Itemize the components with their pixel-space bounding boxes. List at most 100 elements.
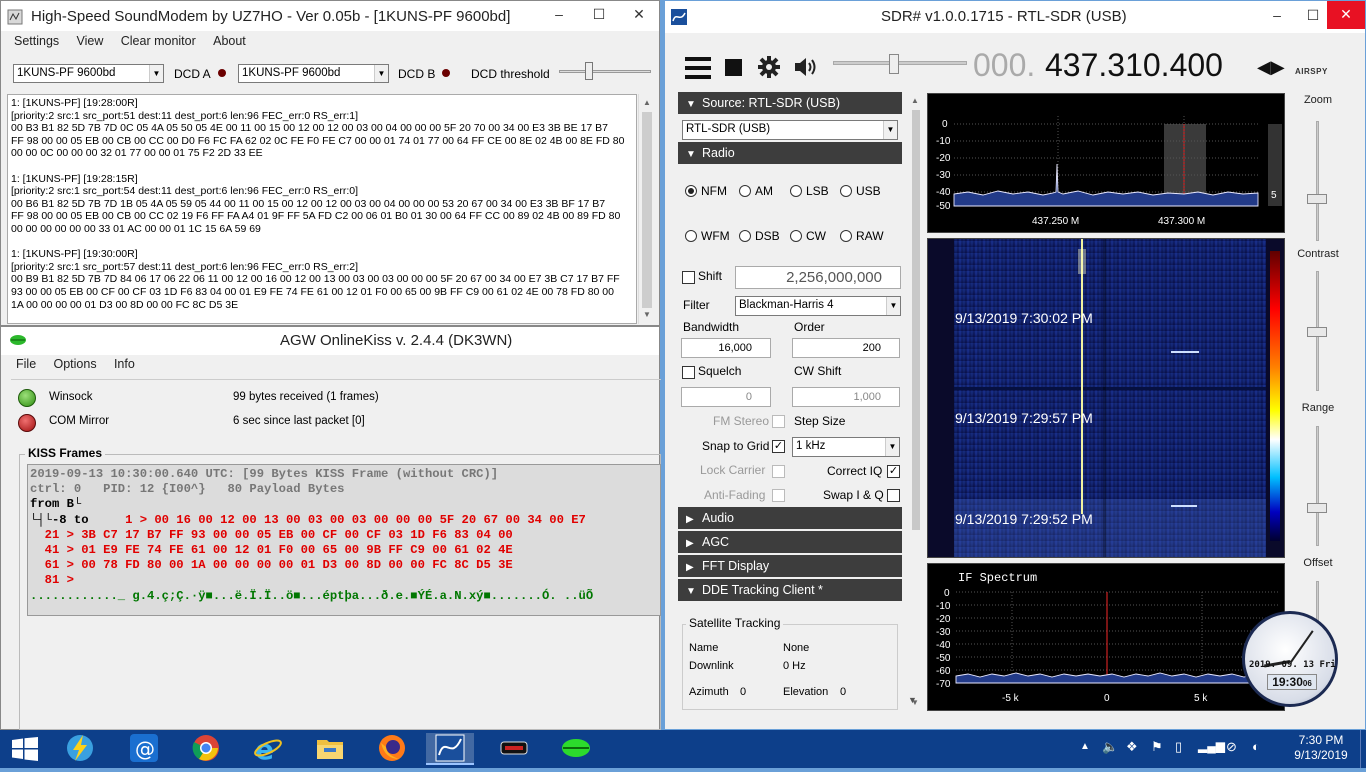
monitor-scrollbar[interactable]: ▲ ▼ — [638, 94, 655, 324]
shift-checkbox[interactable] — [682, 271, 695, 284]
radio-panel-header[interactable]: ▼ Radio — [678, 142, 902, 164]
radio-button[interactable] — [790, 230, 802, 242]
tune-arrows-icon[interactable]: ◀▶ — [1257, 57, 1285, 78]
zoom-thumb[interactable] — [1307, 194, 1327, 204]
frequency-display[interactable]: 437.310.400 — [1045, 47, 1223, 84]
tray-overflow-icon[interactable]: ▲ — [1080, 741, 1090, 752]
agw-titlebar[interactable]: AGW OnlineKiss v. 2.4.4 (DK3WN) — [1, 327, 659, 355]
zoom-slider[interactable] — [1316, 121, 1319, 241]
internet-explorer-icon[interactable]: e — [248, 733, 288, 766]
squelch-checkbox[interactable] — [682, 366, 695, 379]
speaker-icon[interactable] — [793, 56, 819, 78]
modem-b-select[interactable]: 1KUNS-PF 9600bd ▼ — [238, 64, 389, 83]
volume-tray-icon[interactable]: 🔈 — [1102, 739, 1118, 755]
mode-raw[interactable]: RAW — [840, 229, 884, 243]
gear-icon[interactable] — [757, 55, 781, 79]
radio-button[interactable] — [840, 185, 852, 197]
spectrum-plot[interactable]: 0 -10 -20 -30 -40 -50 437.250 M 437.300 … — [927, 93, 1285, 233]
soundmodem-titlebar[interactable]: High-Speed SoundModem by UZ7HO - Ver 0.0… — [1, 1, 659, 31]
control-panel-scrollbar[interactable]: ▲ ▼ — [909, 94, 923, 714]
windows-start-icon[interactable] — [12, 737, 38, 761]
menu-options[interactable]: Options — [54, 357, 97, 371]
battery-tray-icon[interactable]: ▯ — [1175, 739, 1182, 755]
contrast-thumb[interactable] — [1307, 327, 1327, 337]
firefox-icon[interactable] — [372, 733, 412, 765]
mode-nfm[interactable]: NFM — [685, 184, 727, 198]
sdr-titlebar[interactable]: SDR# v1.0.0.1715 - RTL-SDR (USB) – ☐ ✕ — [665, 1, 1365, 33]
radio-button[interactable] — [790, 185, 802, 197]
modem-a-select[interactable]: 1KUNS-PF 9600bd ▼ — [13, 64, 164, 83]
file-explorer-icon[interactable] — [310, 733, 350, 765]
source-panel-header[interactable]: ▼ Source: RTL-SDR (USB) — [678, 92, 902, 114]
lock-carrier-checkbox[interactable] — [772, 465, 785, 478]
panel-scroll-down-icon[interactable]: ▼ — [908, 695, 917, 705]
app-tray-icon[interactable]: ◐ — [1252, 739, 1260, 754]
shift-value[interactable]: 2,256,000,000 — [735, 266, 901, 289]
agc-panel-header[interactable]: ▶ AGC — [678, 531, 902, 553]
taskbar-clock[interactable]: 7:30 PM 9/13/2019 — [1290, 733, 1352, 763]
mode-usb[interactable]: USB — [840, 184, 881, 198]
mode-wfm[interactable]: WFM — [685, 229, 730, 243]
radio-button[interactable] — [739, 230, 751, 242]
volume-thumb[interactable] — [889, 54, 899, 74]
show-desktop-button[interactable] — [1360, 730, 1366, 768]
correct-iq-checkbox[interactable]: ✓ — [887, 465, 900, 478]
snap-to-grid-checkbox[interactable]: ✓ — [772, 440, 785, 453]
mode-am[interactable]: AM — [739, 184, 773, 198]
radio-button[interactable] — [840, 230, 852, 242]
if-spectrum-plot[interactable]: IF Spectrum 0 -10 -20 -30 -40 -50 -60 -7… — [927, 563, 1285, 711]
scroll-down-icon[interactable]: ▼ — [643, 310, 651, 319]
dropbox-tray-icon[interactable]: ❖ — [1126, 739, 1138, 755]
sdrsharp-taskbar-icon[interactable] — [426, 733, 474, 765]
range-slider[interactable] — [1316, 426, 1319, 546]
audio-panel-header[interactable]: ▶ Audio — [678, 507, 902, 529]
minimize-button[interactable]: – — [1257, 4, 1297, 28]
menu-about[interactable]: About — [213, 34, 246, 48]
email-app-icon[interactable]: @ — [124, 733, 164, 765]
close-button[interactable]: ✕ — [619, 3, 659, 27]
dde-panel-header[interactable]: ▼ DDE Tracking Client * — [678, 579, 902, 601]
mode-lsb[interactable]: LSB — [790, 184, 829, 198]
mode-dsb[interactable]: DSB — [739, 229, 780, 243]
source-select[interactable]: RTL-SDR (USB) ▼ — [682, 120, 898, 140]
menu-clear-monitor[interactable]: Clear monitor — [121, 34, 196, 48]
radio-button[interactable] — [739, 185, 751, 197]
menu-file[interactable]: File — [16, 357, 36, 371]
bandwidth-input[interactable]: 16,000 — [681, 338, 771, 358]
order-input[interactable]: 200 — [792, 338, 900, 358]
monitor-text[interactable]: 1: [1KUNS-PF] [19:28:00R] [priority:2 src… — [7, 94, 637, 324]
onlinekiss-lips-icon[interactable] — [556, 733, 596, 765]
menu-view[interactable]: View — [77, 34, 104, 48]
radio-button[interactable] — [685, 185, 697, 197]
step-size-select[interactable]: 1 kHz ▼ — [792, 437, 900, 457]
menu-info[interactable]: Info — [114, 357, 135, 371]
minimize-button[interactable]: – — [539, 3, 579, 27]
squelch-input[interactable]: 0 — [681, 387, 771, 407]
network-tray-icon[interactable]: ▂▄▆ — [1198, 739, 1225, 753]
volume-slider[interactable] — [833, 61, 967, 65]
fft-display-panel-header[interactable]: ▶ FFT Display — [678, 555, 902, 577]
range-thumb[interactable] — [1307, 503, 1327, 513]
stop-icon[interactable] — [725, 59, 742, 76]
anti-fading-checkbox[interactable] — [772, 489, 785, 502]
blocked-tray-icon[interactable]: ⊘ — [1226, 739, 1237, 755]
dcd-threshold-slider[interactable] — [557, 57, 653, 85]
radio-button[interactable] — [685, 230, 697, 242]
hardware-device-icon[interactable] — [494, 733, 534, 765]
mode-cw[interactable]: CW — [790, 229, 826, 243]
scroll-up-icon[interactable]: ▲ — [643, 98, 651, 107]
filter-select[interactable]: Blackman-Harris 4 ▼ — [735, 296, 901, 316]
menu-settings[interactable]: Settings — [14, 34, 59, 48]
close-button[interactable]: ✕ — [1327, 1, 1365, 29]
maximize-button[interactable]: ☐ — [579, 3, 619, 27]
chrome-icon[interactable] — [186, 733, 226, 765]
kiss-frames-view[interactable]: 2019-09-13 10:30:00.640 UTC: [99 Bytes K… — [27, 464, 661, 616]
fm-stereo-checkbox[interactable] — [772, 415, 785, 428]
hamburger-menu-icon[interactable] — [685, 57, 711, 79]
scroll-up-icon[interactable]: ▲ — [911, 96, 919, 105]
swap-iq-checkbox[interactable] — [887, 489, 900, 502]
clock-gadget[interactable]: 2019. 09. 13 Fri 19:3006 — [1242, 611, 1338, 707]
lightning-app-icon[interactable] — [60, 733, 100, 765]
waterfall-display[interactable]: 9/13/2019 7:30:02 PM 9/13/2019 7:29:57 P… — [927, 238, 1285, 558]
flag-tray-icon[interactable]: ⚑ — [1151, 739, 1163, 755]
